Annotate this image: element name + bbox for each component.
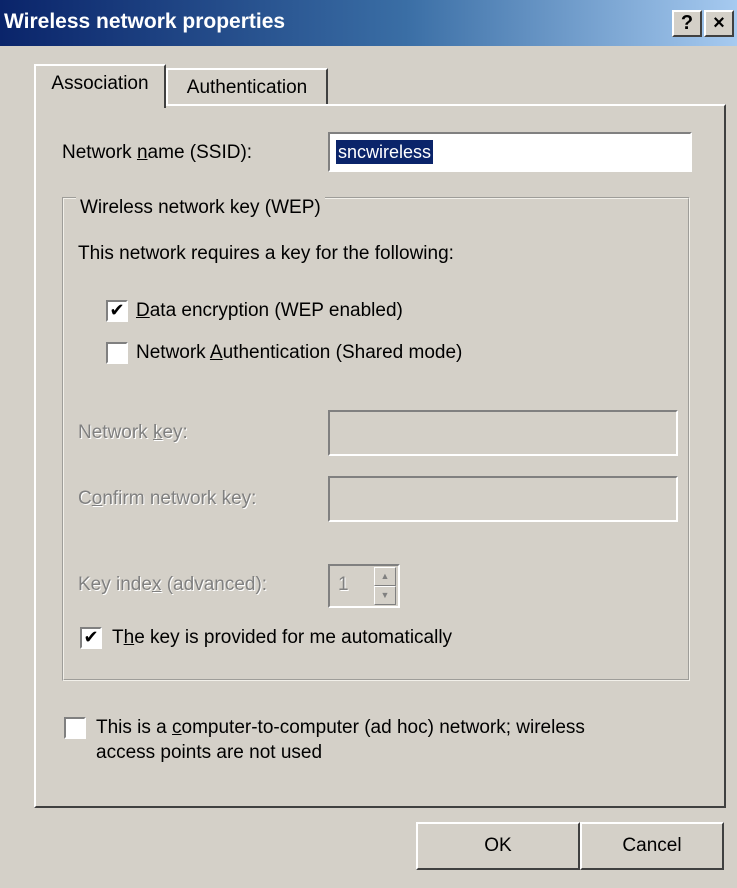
ssid-label: Network name (SSID):	[62, 142, 253, 163]
auto-key-label[interactable]: The key is provided for me automatically	[112, 627, 452, 649]
close-button[interactable]: ×	[704, 10, 734, 37]
confirm-key-label: Confirm network key:	[78, 488, 257, 509]
help-icon: ?	[680, 12, 694, 34]
spin-up-button[interactable]: ▲	[374, 567, 396, 586]
ssid-value: sncwireless	[336, 140, 434, 164]
check-icon: ✔	[83, 627, 99, 648]
adhoc-label-line1[interactable]: This is a computer-to-computer (ad hoc) …	[96, 717, 585, 739]
cancel-button[interactable]: Cancel	[580, 822, 724, 870]
wep-group-legend: Wireless network key (WEP)	[76, 197, 325, 219]
network-key-input[interactable]	[328, 410, 678, 456]
close-icon: ×	[713, 12, 725, 34]
network-auth-checkbox[interactable]	[106, 342, 128, 364]
network-auth-label[interactable]: Network Authentication (Shared mode)	[136, 342, 462, 364]
ssid-input[interactable]: sncwireless	[328, 132, 692, 172]
window-title: Wireless network properties	[4, 10, 286, 33]
help-button[interactable]: ?	[672, 10, 702, 37]
key-index-label: Key index (advanced):	[78, 574, 268, 595]
arrow-up-icon: ▲	[380, 571, 390, 581]
confirm-key-input[interactable]	[328, 476, 678, 522]
network-key-label: Network key:	[78, 422, 188, 443]
spin-down-button[interactable]: ▼	[374, 586, 396, 605]
requires-key-text: This network requires a key for the foll…	[78, 243, 454, 264]
tab-association[interactable]: Association	[34, 64, 166, 108]
title-bar[interactable]: Wireless network properties ? ×	[0, 0, 737, 46]
adhoc-checkbox[interactable]	[64, 717, 86, 739]
key-index-value: 1	[338, 574, 349, 595]
ok-button[interactable]: OK	[416, 822, 580, 870]
arrow-down-icon: ▼	[380, 590, 390, 600]
check-icon: ✔	[109, 300, 125, 321]
tab-authentication[interactable]: Authentication	[166, 68, 328, 104]
wireless-properties-dialog: Wireless network properties ? × Associat…	[0, 0, 737, 888]
data-encryption-label[interactable]: Data encryption (WEP enabled)	[136, 300, 403, 322]
key-index-spinner[interactable]: 1 ▲ ▼	[328, 564, 400, 608]
data-encryption-checkbox[interactable]: ✔	[106, 300, 128, 322]
auto-key-checkbox[interactable]: ✔	[80, 627, 102, 649]
adhoc-label-line2[interactable]: access points are not used	[96, 742, 322, 764]
